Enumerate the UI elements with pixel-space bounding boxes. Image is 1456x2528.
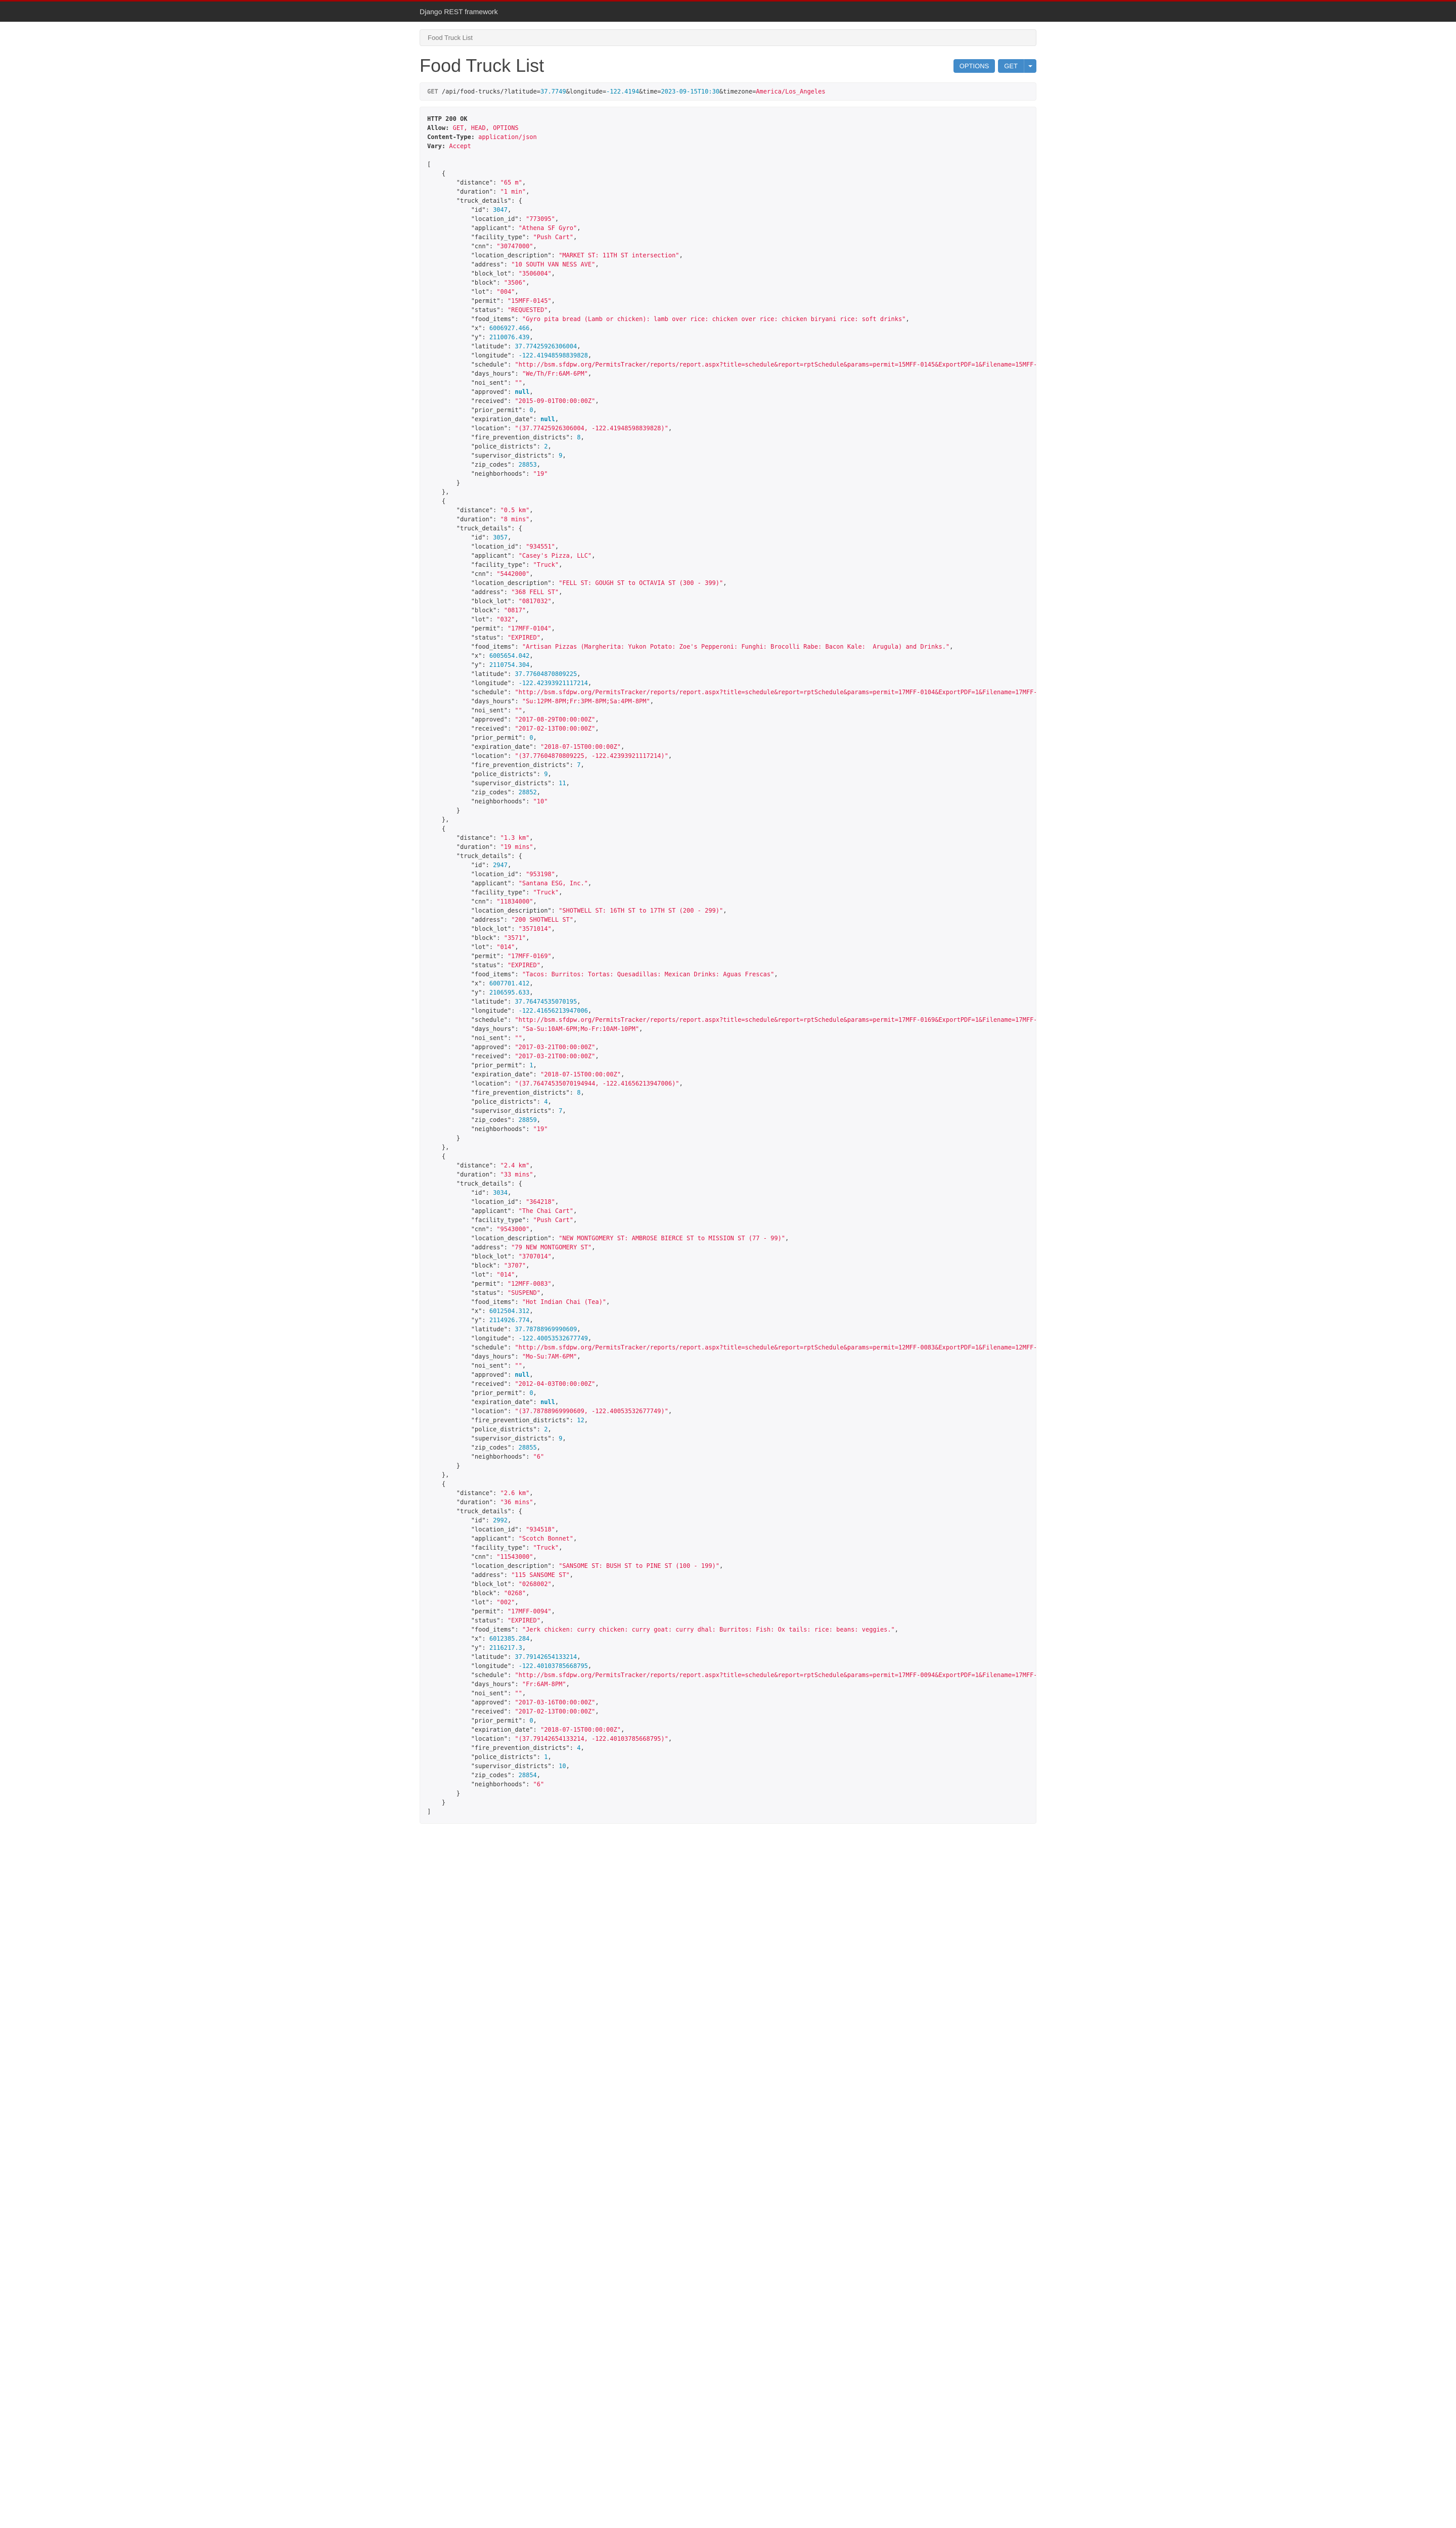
- action-buttons: OPTIONS GET: [953, 59, 1036, 73]
- request-method: GET: [427, 88, 438, 95]
- breadcrumb-current: Food Truck List: [428, 34, 473, 41]
- response-body: HTTP 200 OK Allow: GET, HEAD, OPTIONS Co…: [420, 107, 1036, 1824]
- options-button[interactable]: OPTIONS: [953, 59, 995, 73]
- navbar: Django REST framework: [0, 2, 1456, 22]
- breadcrumb: Food Truck List: [420, 29, 1036, 46]
- request-info: GET /api/food-trucks/?latitude=37.7749&l…: [420, 82, 1036, 101]
- page-title: Food Truck List: [420, 55, 544, 76]
- request-path: /api/food-trucks/?latitude=37.7749&longi…: [442, 88, 826, 95]
- get-button[interactable]: GET: [998, 59, 1024, 73]
- get-dropdown-toggle[interactable]: [1024, 59, 1036, 73]
- caret-down-icon: [1028, 65, 1032, 67]
- navbar-brand-link[interactable]: Django REST framework: [420, 8, 498, 16]
